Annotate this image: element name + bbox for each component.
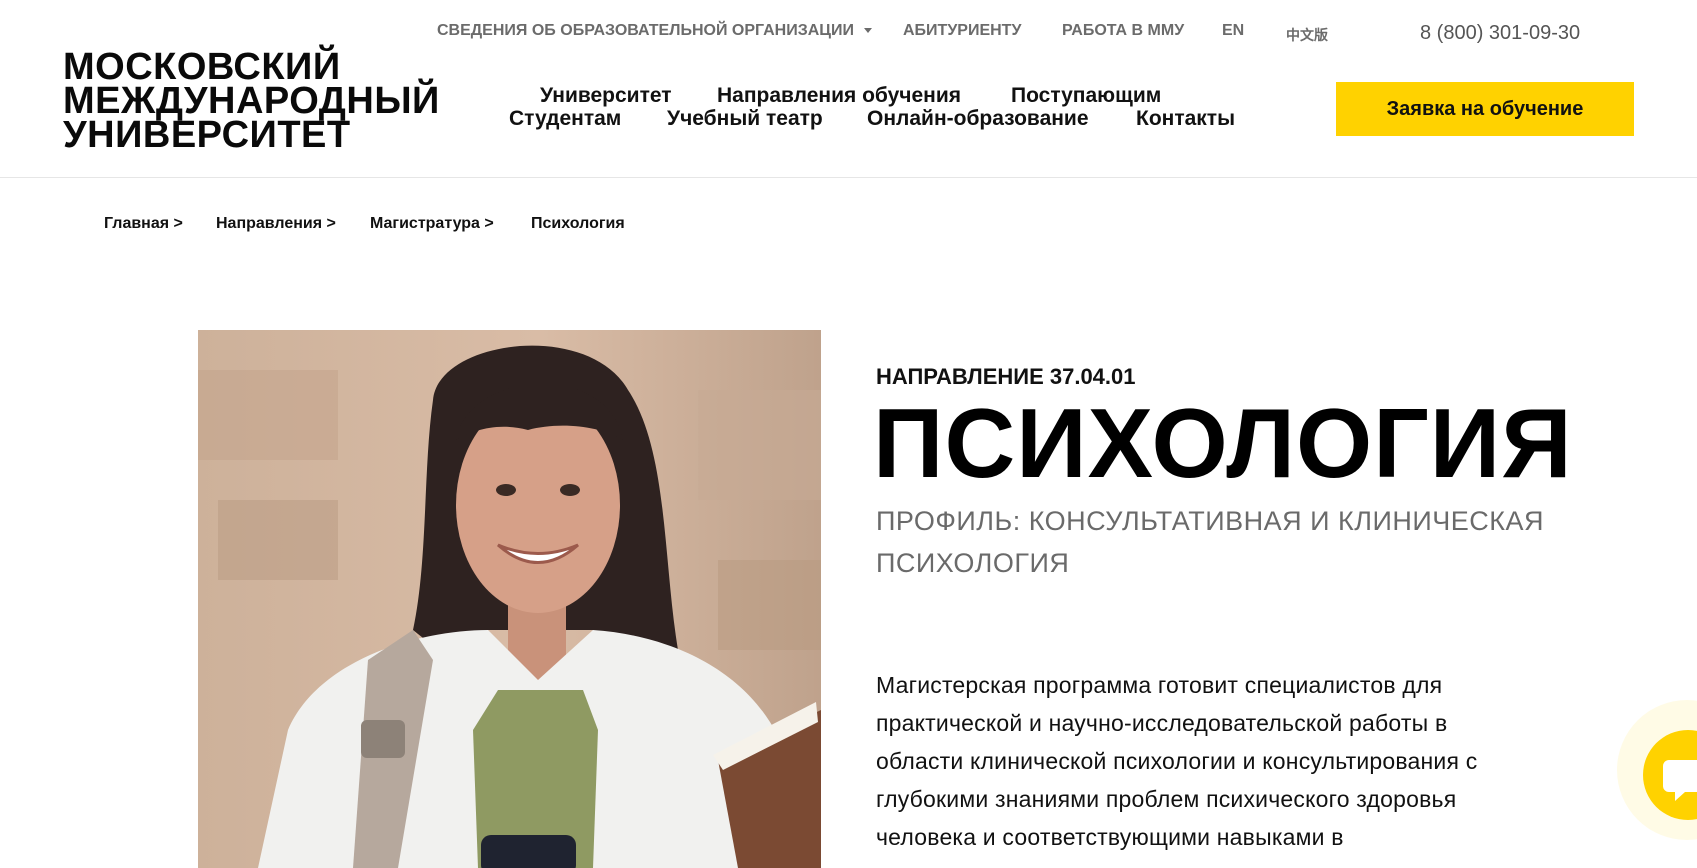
top-nav-org-info-label: СВЕДЕНИЯ ОБ ОБРАЗОВАТЕЛЬНОЙ ОРГАНИЗАЦИИ — [437, 22, 854, 39]
chevron-down-icon — [863, 28, 872, 34]
top-nav-jobs[interactable]: РАБОТА В ММУ — [1062, 22, 1184, 46]
nav-applicants[interactable]: Поступающим — [1011, 84, 1161, 108]
description-line: практической и научно-исследовательской … — [876, 710, 1448, 736]
nav-contacts[interactable]: Контакты — [1136, 107, 1235, 131]
description-line: глубокими знаниями проблем психического … — [876, 786, 1457, 812]
program-profile: ПРОФИЛЬ: КОНСУЛЬТАТИВНАЯ И КЛИНИЧЕСКАЯ П… — [876, 506, 1545, 578]
logo-line-2: МЕЖДУНАРОДНЫЙ — [63, 80, 440, 122]
student-photo — [198, 330, 821, 868]
chat-bubble-icon — [1663, 760, 1697, 801]
lang-en-link[interactable]: EN — [1222, 22, 1244, 46]
nav-directions[interactable]: Направления обучения — [717, 84, 961, 108]
description-line: Магистерская программа готовит специалис… — [876, 672, 1443, 698]
nav-university[interactable]: Университет — [540, 84, 672, 108]
site-header: МОСКОВСКИЙ МЕЖДУНАРОДНЫЙ УНИВЕРСИТЕТ СВЕ… — [0, 0, 1697, 178]
top-nav-org-info[interactable]: СВЕДЕНИЯ ОБ ОБРАЗОВАТЕЛЬНОЙ ОРГАНИЗАЦИИ — [437, 22, 872, 46]
apply-button[interactable]: Заявка на обучение — [1336, 82, 1634, 136]
logo-line-3: УНИВЕРСИТЕТ — [63, 114, 351, 156]
description-line: области клинической психологии и консуль… — [876, 748, 1478, 774]
top-nav-applicant[interactable]: АБИТУРИЕНТУ — [903, 22, 1021, 46]
nav-online[interactable]: Онлайн-образование — [867, 107, 1089, 131]
nav-students[interactable]: Студентам — [509, 107, 621, 131]
nav-theatre[interactable]: Учебный театр — [667, 107, 823, 131]
breadcrumb-home[interactable]: Главная > — [104, 215, 183, 233]
logo-line-1: МОСКОВСКИЙ — [63, 46, 341, 88]
breadcrumb-current: Психология — [531, 215, 625, 232]
lang-zh-link[interactable]: 中文版 — [1286, 25, 1328, 49]
program-code: НАПРАВЛЕНИЕ 37.04.01 — [876, 364, 1136, 389]
breadcrumb-directions[interactable]: Направления > — [216, 215, 336, 233]
phone-link[interactable]: 8 (800) 301-09-30 — [1420, 22, 1580, 45]
description-line: человека и соответствующими навыками в — [876, 824, 1344, 850]
breadcrumb-masters[interactable]: Магистратура > — [370, 215, 494, 233]
student-photo-illustration — [198, 330, 821, 868]
chat-widget-button[interactable] — [1643, 730, 1697, 820]
page-title: ПСИХОЛОГИЯ — [873, 388, 1573, 498]
university-logo[interactable]: МОСКОВСКИЙ МЕЖДУНАРОДНЫЙ УНИВЕРСИТЕТ — [63, 46, 440, 156]
program-description: Магистерская программа готовит специалис… — [876, 666, 1596, 856]
